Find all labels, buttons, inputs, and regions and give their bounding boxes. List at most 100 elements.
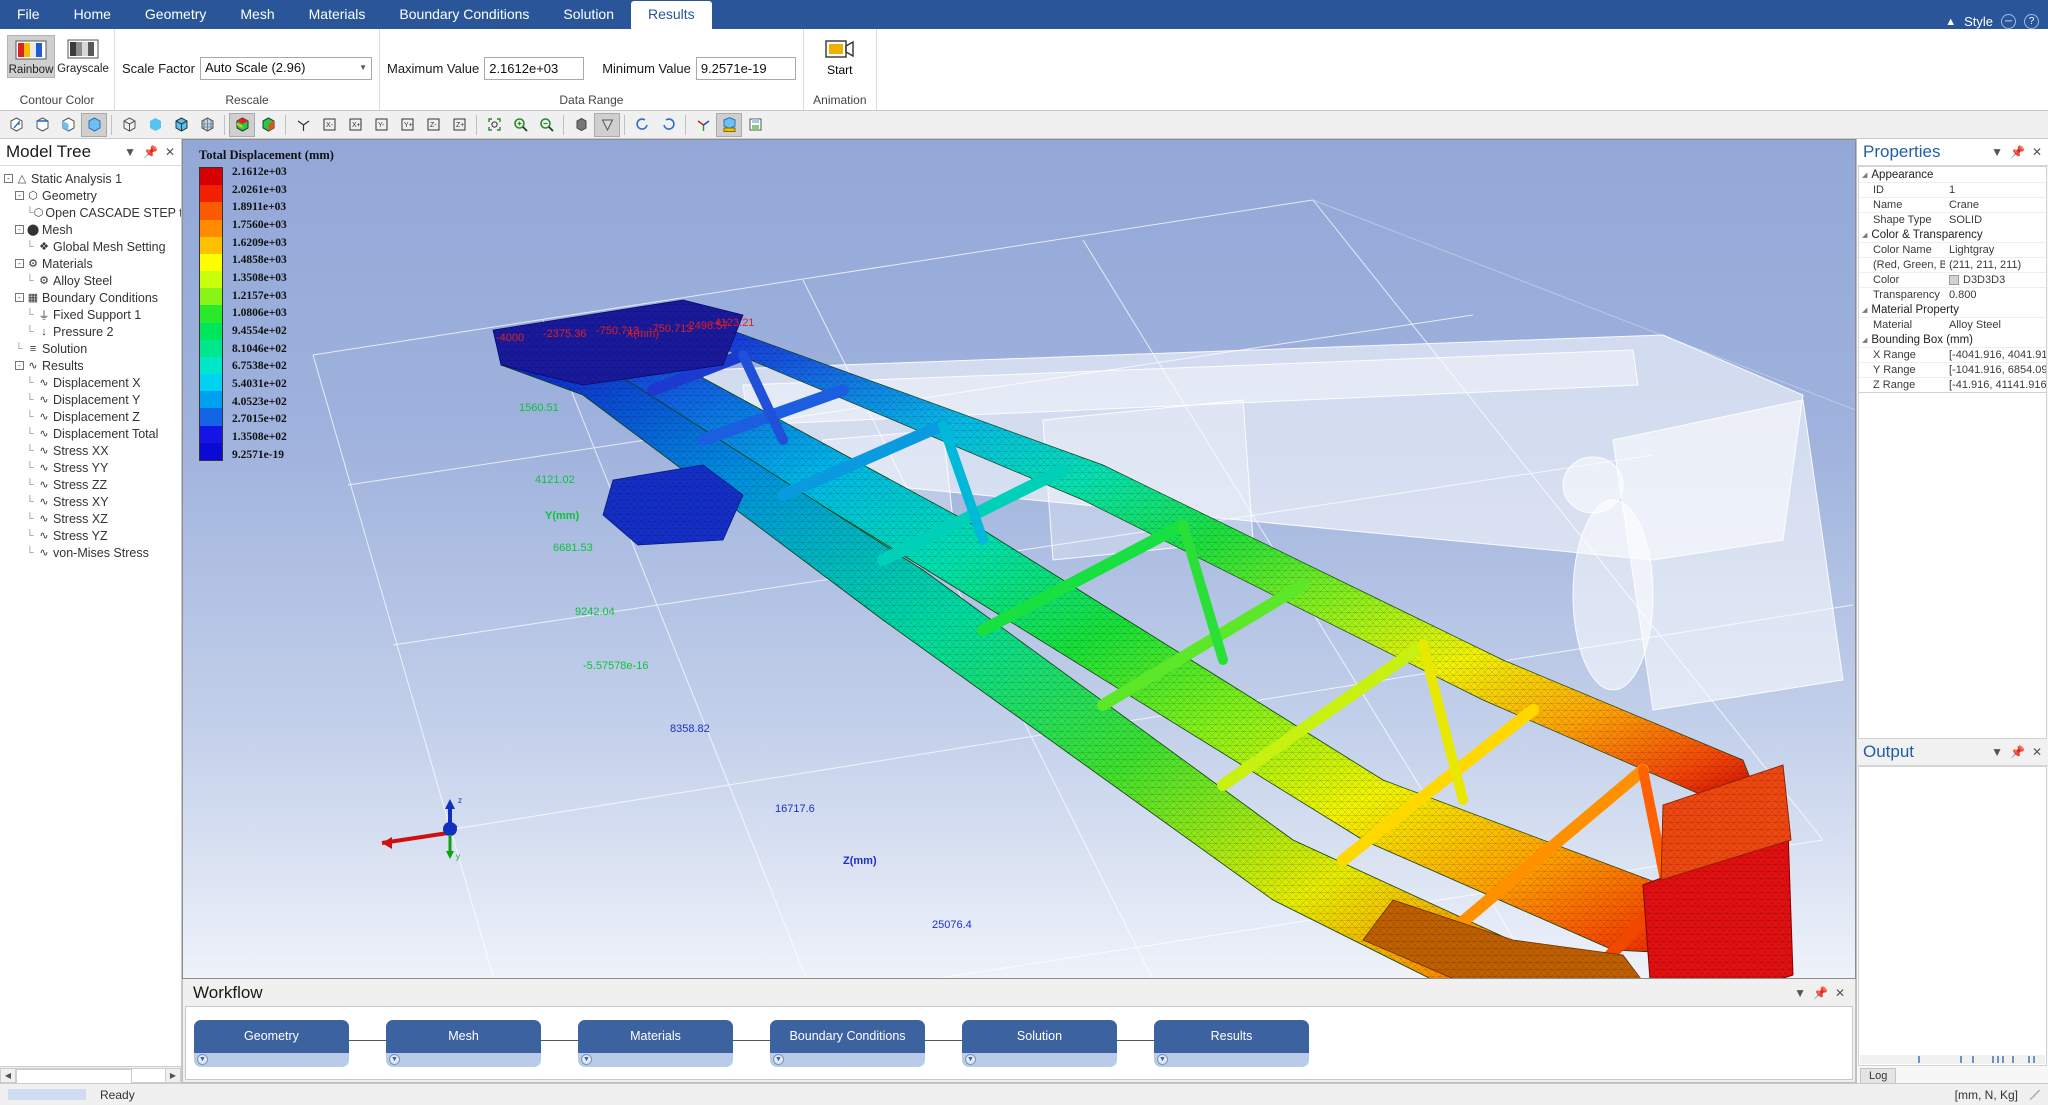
output-close-icon[interactable]: ✕ <box>2032 745 2042 759</box>
tree-node-materials[interactable]: - ⚙ Materials <box>0 255 181 272</box>
close-icon[interactable]: ✕ <box>165 145 175 159</box>
properties-category[interactable]: ◢ Bounding Box (mm) <box>1859 332 2046 347</box>
tree-node-stress-xy[interactable]: └ ∿ Stress XY <box>0 493 181 510</box>
property-row[interactable]: Name Crane <box>1859 197 2046 212</box>
ribbon-tab-mesh[interactable]: Mesh <box>223 1 291 29</box>
workflow-node-boundary-conditions[interactable]: Boundary Conditions ▼ <box>770 1019 962 1067</box>
contour-solid-icon[interactable] <box>229 112 255 137</box>
output-pin-icon[interactable]: 📌 <box>2010 745 2025 759</box>
properties-pin-icon[interactable]: 📌 <box>2010 145 2025 159</box>
properties-close-icon[interactable]: ✕ <box>2032 145 2042 159</box>
tree-node-displacement-x[interactable]: └ ∿ Displacement X <box>0 374 181 391</box>
ribbon-tab-file[interactable]: File <box>0 1 57 29</box>
scrollbar-thumb[interactable] <box>16 1068 133 1084</box>
rotate-ccw-icon[interactable] <box>629 113 655 137</box>
select-face-icon[interactable] <box>55 113 81 137</box>
tree-node-global-mesh-setting[interactable]: └ ❖ Global Mesh Setting <box>0 238 181 255</box>
workflow-node-expand-icon[interactable]: ▼ <box>965 1054 976 1065</box>
tree-node-static-analysis-1[interactable]: - △ Static Analysis 1 <box>0 170 181 187</box>
zoom-out-icon[interactable] <box>533 113 559 137</box>
workflow-node-expand-icon[interactable]: ▼ <box>581 1054 592 1065</box>
workflow-node-expand-icon[interactable]: ▼ <box>197 1054 208 1065</box>
view-ypos-icon[interactable]: Y+ <box>394 113 420 137</box>
output-menu-icon[interactable]: ▼ <box>1991 745 2003 759</box>
tree-node-boundary-conditions[interactable]: - ▦ Boundary Conditions <box>0 289 181 306</box>
scroll-left-icon[interactable]: ◀ <box>0 1067 16 1083</box>
tree-node-stress-yy[interactable]: └ ∿ Stress YY <box>0 459 181 476</box>
property-value-cell[interactable]: [-4041.916, 4041.916] <box>1945 349 2046 361</box>
rainbow-button[interactable]: Rainbow <box>7 35 55 78</box>
property-row[interactable]: Y Range [-1041.916, 6854.093] <box>1859 362 2046 377</box>
property-value-cell[interactable]: 1 <box>1945 184 2046 196</box>
help-button[interactable]: ? <box>2024 14 2039 29</box>
iso-view-icon[interactable] <box>290 113 316 137</box>
grayscale-button[interactable]: Grayscale <box>57 35 109 76</box>
orientation-triad[interactable]: z y <box>368 783 468 863</box>
tree-node-alloy-steel[interactable]: └ ⚙ Alloy Steel <box>0 272 181 289</box>
collapse-triangle-icon[interactable]: ◢ <box>1862 231 1867 239</box>
view-zpos-icon[interactable]: Z+ <box>446 113 472 137</box>
tree-node-stress-zz[interactable]: └ ∿ Stress ZZ <box>0 476 181 493</box>
property-row[interactable]: (Red, Green, Blue) (211, 211, 211) <box>1859 257 2046 272</box>
property-row[interactable]: Material Alloy Steel <box>1859 317 2046 332</box>
minimum-value-input[interactable]: 9.2571e-19 <box>695 56 796 80</box>
property-row[interactable]: Z Range [-41.916, 41141.916] <box>1859 377 2046 392</box>
workflow-close-icon[interactable]: ✕ <box>1835 986 1845 1000</box>
property-value-cell[interactable]: Alloy Steel <box>1945 319 2046 331</box>
tree-node-stress-yz[interactable]: └ ∿ Stress YZ <box>0 527 181 544</box>
tree-node-fixed-support-1[interactable]: └ ⏚ Fixed Support 1 <box>0 306 181 323</box>
property-row[interactable]: Color D3D3D3 <box>1859 272 2046 287</box>
property-row[interactable]: X Range [-4041.916, 4041.916] <box>1859 347 2046 362</box>
scroll-right-icon[interactable]: ▶ <box>165 1067 181 1083</box>
rotate-cw-icon[interactable] <box>655 113 681 137</box>
property-value-cell[interactable]: D3D3D3 <box>1945 274 2046 286</box>
tree-node-pressure-2[interactable]: └ ↓ Pressure 2 <box>0 323 181 340</box>
properties-menu-icon[interactable]: ▼ <box>1991 145 2003 159</box>
ribbon-tab-geometry[interactable]: Geometry <box>128 1 223 29</box>
property-value-cell[interactable]: 0.800 <box>1945 289 2046 301</box>
wireframe-icon[interactable] <box>116 113 142 137</box>
properties-category[interactable]: ◢ Appearance <box>1859 167 2046 182</box>
ruler-icon[interactable] <box>716 112 742 137</box>
ribbon-tab-home[interactable]: Home <box>57 1 128 29</box>
zoom-in-icon[interactable] <box>507 113 533 137</box>
workflow-node-expand-icon[interactable]: ▼ <box>389 1054 400 1065</box>
tree-expander[interactable]: - <box>15 225 24 234</box>
model-tree-list[interactable]: - △ Static Analysis 1- ⬡ Geometry └ ⬡ Open CASC… <box>0 166 181 1066</box>
tree-node-mesh[interactable]: - ⬤ Mesh <box>0 221 181 238</box>
3d-viewport[interactable]: Total Displacement (mm) 2.1612e+03 2.0261… <box>182 139 1856 979</box>
maximum-value-input[interactable]: 2.1612e+03 <box>484 56 585 80</box>
transparency-icon[interactable] <box>594 112 620 137</box>
contour-shaded-icon[interactable] <box>255 113 281 137</box>
tree-expander[interactable]: - <box>15 191 24 200</box>
tree-node-results[interactable]: - ∿ Results <box>0 357 181 374</box>
scale-factor-combo[interactable]: Auto Scale (2.96) ▼ <box>199 56 372 80</box>
workflow-node-geometry[interactable]: Geometry ▼ <box>194 1019 386 1067</box>
property-value-cell[interactable]: Lightgray <box>1945 244 2046 256</box>
properties-category[interactable]: ◢ Material Property <box>1859 302 2046 317</box>
mesh-icon[interactable] <box>194 113 220 137</box>
property-value-cell[interactable]: [-41.916, 41141.916] <box>1945 379 2046 391</box>
tab-log[interactable]: Log <box>1860 1068 1897 1083</box>
resize-grip-icon[interactable] <box>2030 1089 2040 1100</box>
property-row[interactable]: Shape Type SOLID <box>1859 212 2046 227</box>
property-value-cell[interactable]: SOLID <box>1945 214 2046 226</box>
collapse-triangle-icon[interactable]: ◢ <box>1862 171 1867 179</box>
fit-all-icon[interactable] <box>481 113 507 137</box>
ribbon-tab-results[interactable]: Results <box>631 1 712 29</box>
tree-expander[interactable]: - <box>15 361 24 370</box>
model-tree-hscrollbar[interactable]: ◀ ▶ <box>0 1066 181 1084</box>
tree-expander[interactable]: - <box>4 174 13 183</box>
tree-node-geometry[interactable]: - ⬡ Geometry <box>0 187 181 204</box>
color-swatch[interactable] <box>1949 275 1959 285</box>
tree-expander[interactable]: - <box>15 259 24 268</box>
ribbon-tab-solution[interactable]: Solution <box>546 1 631 29</box>
output-hscrollbar[interactable] <box>1860 1055 2045 1064</box>
tree-node-displacement-total[interactable]: └ ∿ Displacement Total <box>0 425 181 442</box>
save-image-icon[interactable] <box>742 113 768 137</box>
chevron-up-icon[interactable]: ▲ <box>1945 16 1956 28</box>
hidden-line-icon[interactable] <box>568 113 594 137</box>
tree-node-stress-xz[interactable]: └ ∿ Stress XZ <box>0 510 181 527</box>
panel-menu-icon[interactable]: ▼ <box>124 145 136 159</box>
workflow-pin-icon[interactable]: 📌 <box>1813 986 1828 1000</box>
